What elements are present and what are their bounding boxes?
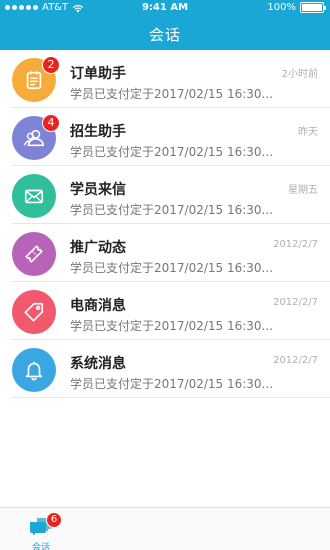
conversation-time: 昨天 [298,127,318,138]
tag-icon [23,301,45,323]
conversation-preview: 学员已支付定于2017/02/15 16:30... [70,145,274,159]
conversation-row[interactable]: 推广动态学员已支付定于2017/02/15 16:30... 2012/2/7 [12,224,330,282]
conversation-time: 星期五 [288,185,318,196]
battery-percent: 100% [267,2,296,13]
conversation-title: 招生助手 [70,124,126,140]
conversation-preview: 学员已支付定于2017/02/15 16:30... [70,261,274,275]
conversation-time: 2012/2/7 [273,297,318,308]
tab-label: 会话 [31,543,50,550]
page-title: 会话 [148,26,181,44]
battery-fill [302,4,322,11]
conversation-title: 学员来信 [70,182,126,198]
conversation-row[interactable]: 学员来信学员已支付定于2017/02/15 16:30... 星期五 [12,166,330,224]
bell-icon [23,359,45,381]
status-bar: AT&T 9:41 AM 100% [0,0,330,18]
conversation-title: 电商消息 [70,298,126,314]
notepad-icon [23,69,45,91]
battery-icon [300,2,326,13]
conversation-row[interactable]: 电商消息学员已支付定于2017/02/15 16:30... 2012/2/7 [12,282,330,340]
status-right: 100% [267,2,326,13]
conversation-time: 2小时前 [281,69,318,80]
conversation-avatar [12,174,56,218]
user-group-icon [23,127,45,149]
conversation-avatar [12,348,56,392]
conversation-preview: 学员已支付定于2017/02/15 16:30... [70,377,274,391]
envelope-icon [23,185,45,207]
conversation-list: 2 订单助手学员已支付定于2017/02/15 16:30... 2小时前 4 招生助手… [0,50,330,398]
tab-bar: 6 会话 [0,507,330,550]
conversation-title: 推广动态 [70,240,126,256]
conversation-title: 订单助手 [70,66,126,82]
conversation-avatar [12,290,56,334]
header-bar: AT&T 9:41 AM 100% 会话 [0,0,330,50]
tab-conversations[interactable]: 6 会话 [18,512,64,550]
tab-badge: 6 [46,512,62,528]
conversation-title: 系统消息 [70,356,126,372]
conversation-row[interactable]: 系统消息学员已支付定于2017/02/15 16:30... 2012/2/7 [12,340,330,398]
unread-badge: 4 [42,114,60,132]
conversation-time: 2012/2/7 [273,239,318,250]
conversation-preview: 学员已支付定于2017/02/15 16:30... [70,87,274,101]
conversation-row[interactable]: 2 订单助手学员已支付定于2017/02/15 16:30... 2小时前 [12,50,330,108]
conversation-time: 2012/2/7 [273,355,318,366]
conversation-avatar [12,232,56,276]
ticket-icon [23,243,45,265]
conversation-preview: 学员已支付定于2017/02/15 16:30... [70,203,274,217]
conversation-preview: 学员已支付定于2017/02/15 16:30... [70,319,274,333]
conversation-row[interactable]: 4 招生助手学员已支付定于2017/02/15 16:30... 昨天 [12,108,330,166]
unread-badge: 2 [42,56,60,74]
